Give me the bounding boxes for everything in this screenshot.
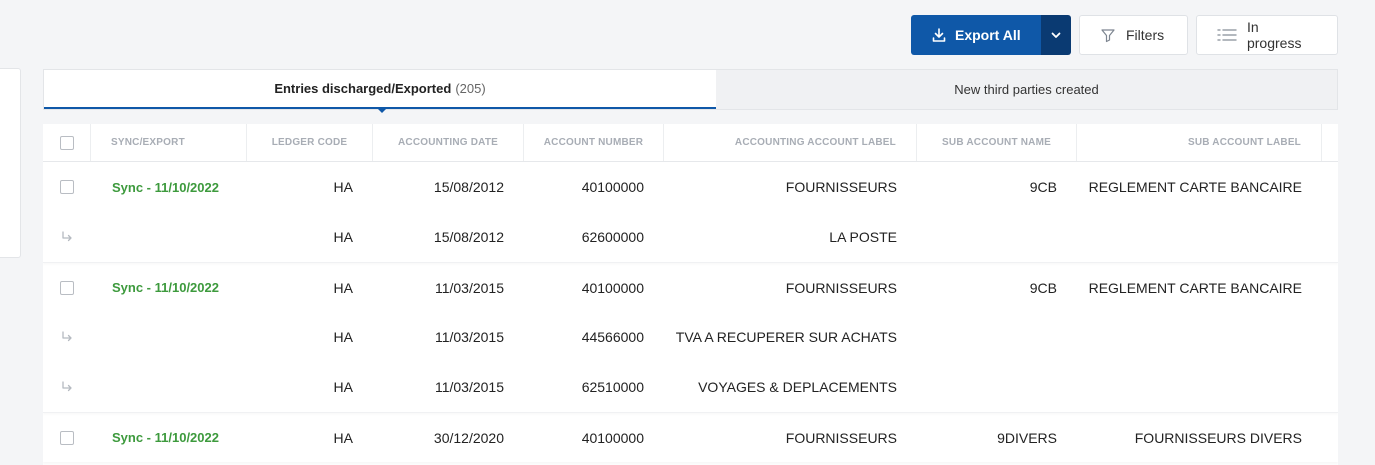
chevron-down-icon: [1051, 32, 1061, 38]
entries-table: Sync/Export Ledger code Accounting date …: [43, 124, 1338, 465]
account-number-cell: 62510000: [581, 379, 644, 395]
sub-account-name-cell: 9DIVERS: [997, 429, 1057, 446]
accounting-date-cell: 11/03/2015: [434, 279, 504, 296]
toolbar: Export All Filters In progress: [911, 15, 1338, 55]
tab-entries-count: (205): [455, 81, 486, 96]
entry-group: Sync - 11/10/2022 HA 11/03/2015 40100000…: [43, 262, 1338, 412]
account-label-cell: LA POSTE: [829, 229, 897, 245]
filters-label: Filters: [1126, 27, 1165, 43]
accounting-date-cell: 11/03/2015: [434, 329, 504, 345]
export-options-button[interactable]: [1041, 15, 1071, 55]
export-all-split-button: Export All: [911, 15, 1071, 55]
account-number-cell: 44566000: [581, 329, 644, 345]
in-progress-label: In progress: [1246, 19, 1302, 51]
row-checkbox[interactable]: [60, 430, 74, 445]
account-number-cell: 40100000: [581, 429, 644, 446]
table-row: Sync - 11/10/2022 HA 30/12/2020 40100000…: [43, 412, 1338, 462]
ledger-code-cell: HA: [333, 279, 353, 296]
table-row: HA 11/03/2015 62510000 VOYAGES & DEPLACE…: [43, 362, 1338, 412]
header-accounting-date[interactable]: Accounting date: [373, 124, 524, 161]
sync-status-link[interactable]: Sync - 11/10/2022: [112, 430, 219, 445]
header-ledger-code[interactable]: Ledger code: [247, 124, 373, 161]
header-account-number[interactable]: Account number: [524, 124, 664, 161]
entry-group: Sync - 11/10/2022 HA 30/12/2020 40100000…: [43, 412, 1338, 462]
left-panel-edge: [0, 68, 21, 258]
row-checkbox[interactable]: [60, 280, 74, 295]
account-label-cell: VOYAGES & DEPLACEMENTS: [698, 379, 897, 395]
sub-entry-arrow-icon: [62, 231, 72, 242]
account-number-cell: 40100000: [581, 279, 644, 296]
table-row: HA 15/08/2012 62600000 LA POSTE: [43, 212, 1338, 262]
account-number-cell: 40100000: [581, 179, 644, 195]
sub-entry-arrow-icon: [62, 381, 72, 392]
sub-account-label-cell: REGLEMENT CARTE BANCAIRE: [1088, 279, 1302, 296]
select-all-checkbox[interactable]: [59, 135, 74, 150]
sub-account-label-cell: REGLEMENT CARTE BANCAIRE: [1088, 179, 1302, 195]
sub-account-name-cell: 9CB: [1029, 179, 1057, 195]
table-row: Sync - 11/10/2022 HA 11/03/2015 40100000…: [43, 262, 1338, 312]
filters-button[interactable]: Filters: [1079, 15, 1188, 55]
account-label-cell: FOURNISSEURS: [785, 279, 897, 296]
row-checkbox[interactable]: [60, 180, 74, 194]
tab-entries-label: Entries discharged/Exported: [274, 81, 452, 96]
ledger-code-cell: HA: [333, 229, 353, 245]
ledger-code-cell: HA: [333, 329, 353, 345]
table-header: Sync/Export Ledger code Accounting date …: [43, 124, 1338, 162]
accounting-date-cell: 11/03/2015: [434, 379, 504, 395]
accounting-date-cell: 15/08/2012: [433, 179, 504, 195]
filter-icon: [1101, 29, 1115, 43]
sub-account-label-cell: FOURNISSEURS DIVERS: [1134, 429, 1302, 446]
export-all-button[interactable]: Export All: [911, 15, 1041, 55]
tab-third-parties-label: New third parties created: [954, 82, 1099, 97]
table-row: HA 11/03/2015 44566000 TVA A RECUPERER S…: [43, 312, 1338, 362]
sync-status-link[interactable]: Sync - 11/10/2022: [112, 280, 219, 295]
accounting-date-cell: 30/12/2020: [433, 429, 504, 446]
table-row: Sync - 11/10/2022 HA 15/08/2012 40100000…: [43, 162, 1338, 212]
entry-group: Sync - 11/10/2022 HA 15/08/2012 40100000…: [43, 162, 1338, 262]
list-icon: [1217, 29, 1237, 41]
ledger-code-cell: HA: [333, 429, 353, 446]
export-all-label: Export All: [955, 27, 1021, 43]
header-sub-account-label[interactable]: Sub account label: [1077, 124, 1322, 161]
sync-status-link[interactable]: Sync - 11/10/2022: [112, 180, 219, 195]
header-sub-account-name[interactable]: Sub account name: [917, 124, 1077, 161]
header-sync-export[interactable]: Sync/Export: [91, 124, 247, 161]
download-icon: [932, 28, 946, 42]
accounting-date-cell: 15/08/2012: [433, 229, 504, 245]
account-label-cell: FOURNISSEURS: [785, 179, 897, 195]
tab-entries-exported[interactable]: Entries discharged/Exported (205): [44, 70, 716, 113]
ledger-code-cell: HA: [333, 179, 353, 195]
account-label-cell: TVA A RECUPERER SUR ACHATS: [675, 329, 897, 345]
header-accounting-account-label[interactable]: Accounting account label: [664, 124, 917, 161]
in-progress-button[interactable]: In progress: [1196, 15, 1338, 55]
header-select-all: [43, 124, 91, 161]
account-label-cell: FOURNISSEURS: [785, 429, 897, 446]
ledger-code-cell: HA: [333, 379, 353, 395]
sub-entry-arrow-icon: [62, 331, 72, 342]
account-number-cell: 62600000: [581, 229, 644, 245]
tab-new-third-parties[interactable]: New third parties created: [716, 70, 1337, 109]
tabs: Entries discharged/Exported (205) New th…: [43, 69, 1338, 113]
sub-account-name-cell: 9CB: [1029, 279, 1057, 296]
